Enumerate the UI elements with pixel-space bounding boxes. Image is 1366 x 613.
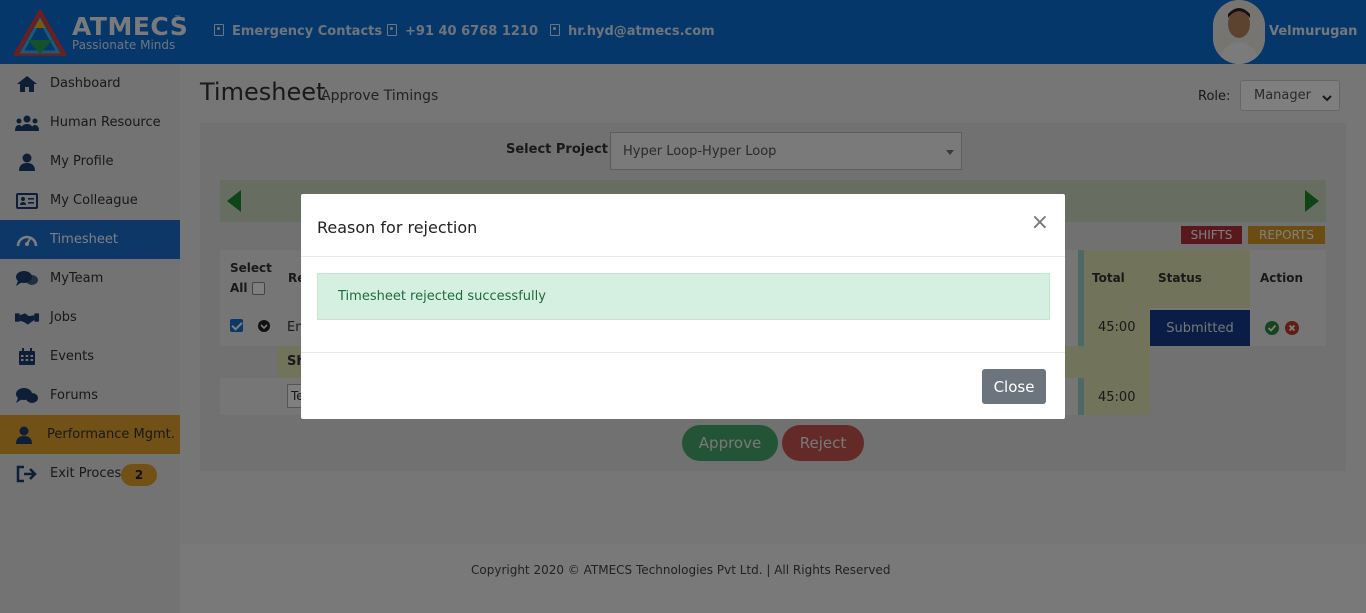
success-alert: Timesheet rejected successfully xyxy=(317,273,1050,320)
rejection-modal: Reason for rejection × Timesheet rejecte… xyxy=(301,194,1065,419)
modal-title: Reason for rejection xyxy=(317,218,478,237)
close-icon[interactable]: × xyxy=(1031,212,1049,234)
modal-divider xyxy=(301,352,1065,353)
modal-divider xyxy=(301,256,1065,257)
close-button[interactable]: Close xyxy=(982,369,1046,404)
